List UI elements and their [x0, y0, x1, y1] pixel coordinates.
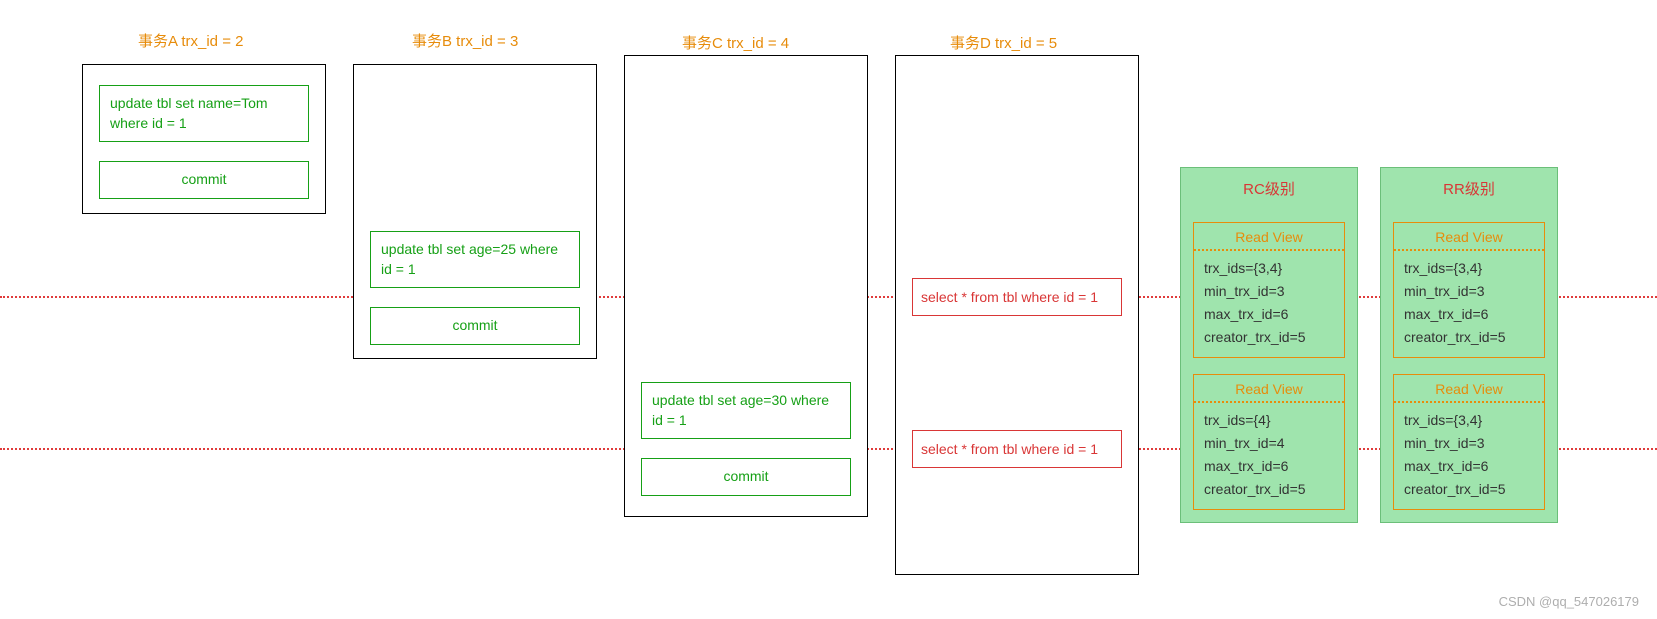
rr-rv2-l4: creator_trx_id=5 [1404, 478, 1534, 501]
rc-readview-2: Read View trx_ids={4} min_trx_id=4 max_t… [1193, 374, 1345, 510]
rr-rv1-head: Read View [1394, 223, 1544, 251]
tx-a-update: update tbl set name=Tom where id = 1 [99, 85, 309, 142]
rc-rv1-l3: max_trx_id=6 [1204, 303, 1334, 326]
rc-rv1-head: Read View [1194, 223, 1344, 251]
rr-rv1-l2: min_trx_id=3 [1404, 280, 1534, 303]
tx-b-commit: commit [370, 307, 580, 345]
rr-rv1-l1: trx_ids={3,4} [1404, 257, 1534, 280]
tx-a-title: 事务A trx_id = 2 [138, 30, 243, 51]
rc-rv2-l3: max_trx_id=6 [1204, 455, 1334, 478]
rc-rv2-head: Read View [1194, 375, 1344, 403]
tx-c-commit: commit [641, 458, 851, 496]
rr-rv1-l4: creator_trx_id=5 [1404, 326, 1534, 349]
tx-d-select-2: select * from tbl where id = 1 [912, 430, 1122, 468]
tx-b-title: 事务B trx_id = 3 [412, 30, 518, 51]
watermark: CSDN @qq_547026179 [1499, 594, 1639, 609]
rr-panel: RR级别 Read View trx_ids={3,4} min_trx_id=… [1380, 167, 1558, 523]
rr-rv2-body: trx_ids={3,4} min_trx_id=3 max_trx_id=6 … [1394, 403, 1544, 509]
rr-rv2-l1: trx_ids={3,4} [1404, 409, 1534, 432]
rc-panel: RC级别 Read View trx_ids={3,4} min_trx_id=… [1180, 167, 1358, 523]
rc-readview-1: Read View trx_ids={3,4} min_trx_id=3 max… [1193, 222, 1345, 358]
tx-d-title: 事务D trx_id = 5 [950, 32, 1057, 53]
tx-a-commit: commit [99, 161, 309, 199]
rc-rv2-body: trx_ids={4} min_trx_id=4 max_trx_id=6 cr… [1194, 403, 1344, 509]
tx-a-box: update tbl set name=Tom where id = 1 com… [82, 64, 326, 214]
tx-c-box: update tbl set age=30 where id = 1 commi… [624, 55, 868, 517]
rr-rv1-l3: max_trx_id=6 [1404, 303, 1534, 326]
rc-rv1-body: trx_ids={3,4} min_trx_id=3 max_trx_id=6 … [1194, 251, 1344, 357]
rr-title: RR级别 [1381, 178, 1557, 199]
rc-rv1-l1: trx_ids={3,4} [1204, 257, 1334, 280]
rr-rv2-l3: max_trx_id=6 [1404, 455, 1534, 478]
rr-rv2-l2: min_trx_id=3 [1404, 432, 1534, 455]
tx-d-box: select * from tbl where id = 1 select * … [895, 55, 1139, 575]
tx-b-update: update tbl set age=25 where id = 1 [370, 231, 580, 288]
tx-c-update: update tbl set age=30 where id = 1 [641, 382, 851, 439]
tx-c-title: 事务C trx_id = 4 [682, 32, 789, 53]
rr-readview-1: Read View trx_ids={3,4} min_trx_id=3 max… [1393, 222, 1545, 358]
rc-rv2-l1: trx_ids={4} [1204, 409, 1334, 432]
rr-rv2-head: Read View [1394, 375, 1544, 403]
tx-b-box: update tbl set age=25 where id = 1 commi… [353, 64, 597, 359]
tx-d-select-1: select * from tbl where id = 1 [912, 278, 1122, 316]
rc-title: RC级别 [1181, 178, 1357, 199]
rr-rv1-body: trx_ids={3,4} min_trx_id=3 max_trx_id=6 … [1394, 251, 1544, 357]
rc-rv1-l2: min_trx_id=3 [1204, 280, 1334, 303]
rc-rv2-l2: min_trx_id=4 [1204, 432, 1334, 455]
rr-readview-2: Read View trx_ids={3,4} min_trx_id=3 max… [1393, 374, 1545, 510]
rc-rv1-l4: creator_trx_id=5 [1204, 326, 1334, 349]
rc-rv2-l4: creator_trx_id=5 [1204, 478, 1334, 501]
